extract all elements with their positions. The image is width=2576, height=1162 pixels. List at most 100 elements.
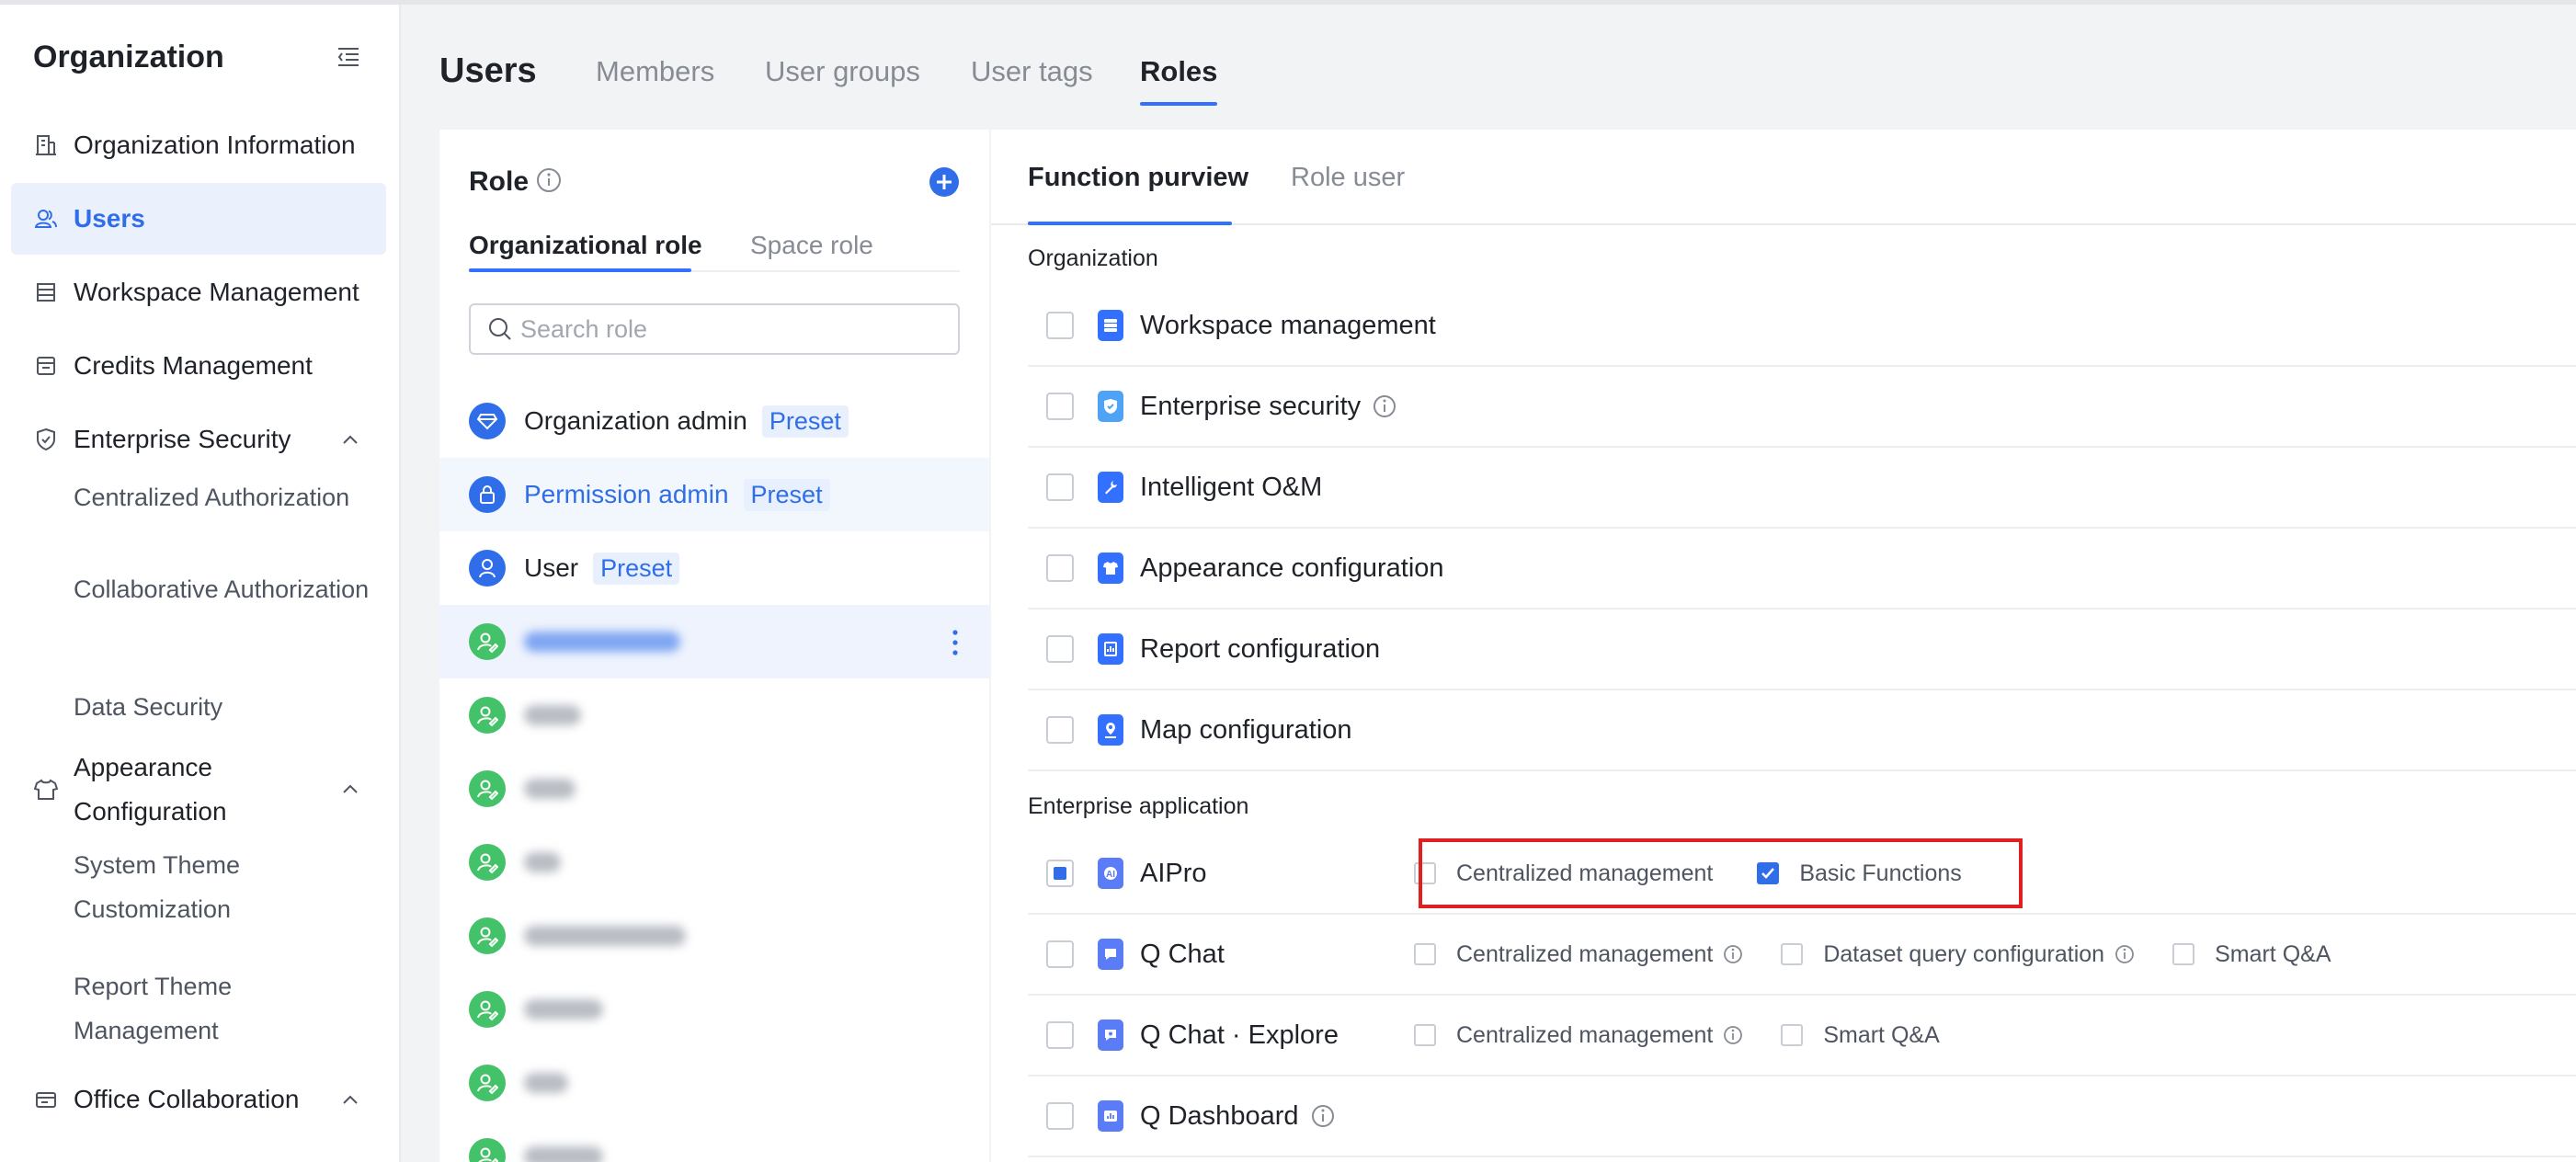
blurred-role-name [524, 705, 581, 725]
tab-function-purview[interactable]: Function purview [1028, 163, 1248, 193]
section-title-organization: Organization [1028, 245, 1158, 271]
info-icon[interactable] [1722, 1024, 1744, 1046]
more-options-icon[interactable] [941, 627, 969, 658]
tab-members[interactable]: Members [596, 55, 714, 88]
sidebar-subitem-collaborative-authorization[interactable]: Collaborative Authorization [74, 567, 377, 611]
perm-label: Intelligent O&M [1140, 472, 1323, 502]
option-label: Centralized management [1456, 940, 1714, 967]
q-chat-dataset-query-configuration-checkbox[interactable] [1781, 943, 1804, 965]
chevron-up-icon[interactable] [340, 779, 360, 799]
search-role-input[interactable] [520, 314, 952, 344]
q-dashboard-checkbox[interactable] [1046, 1102, 1074, 1130]
active-tab-indicator [469, 268, 691, 272]
enterprise-security-checkbox[interactable] [1046, 393, 1074, 420]
sidebar-item-credits-management[interactable]: Credits Management [11, 330, 386, 402]
appearance-configuration-checkbox[interactable] [1046, 554, 1074, 582]
aipro-checkbox[interactable] [1046, 860, 1074, 887]
role-item-custom[interactable] [439, 973, 989, 1046]
tab-roles[interactable]: Roles [1140, 55, 1217, 88]
wrench-icon [1098, 472, 1123, 503]
role-item-custom[interactable] [439, 752, 989, 826]
role-item-custom[interactable] [439, 899, 989, 973]
sidebar-item-workspace-management[interactable]: Workspace Management [11, 256, 386, 328]
sidebar-subitem-system-theme-customization[interactable]: System Theme Customization [74, 843, 377, 931]
sidebar-subitem-report-theme-management[interactable]: Report Theme Management [74, 964, 377, 1053]
tab-organizational-role[interactable]: Organizational role [469, 231, 702, 260]
role-item-custom[interactable] [439, 1046, 989, 1120]
q-chat-explore-checkbox[interactable] [1046, 1021, 1074, 1049]
page-title: Users [439, 51, 537, 90]
q-chat-checkbox[interactable] [1046, 940, 1074, 968]
diamond-icon [469, 403, 506, 439]
lock-icon [469, 476, 506, 513]
workspace-icon [33, 279, 59, 305]
perm-label: Q Dashboard [1140, 1100, 1299, 1131]
sidebar-subitem-centralized-authorization[interactable]: Centralized Authorization [74, 475, 377, 519]
user-edit-icon [469, 770, 506, 807]
map-configuration-checkbox[interactable] [1046, 716, 1074, 744]
intelligent-om-checkbox[interactable] [1046, 473, 1074, 501]
perm-row-enterprise-security: Enterprise security [1028, 367, 2576, 448]
q-chat-explore-smart-qa-checkbox[interactable] [1781, 1024, 1804, 1046]
chevron-up-icon[interactable] [340, 1089, 360, 1110]
blurred-role-name [524, 852, 561, 872]
sidebar-item-users[interactable]: Users [11, 183, 386, 255]
q-chat-centralized-management-checkbox[interactable] [1414, 943, 1436, 965]
role-item-custom[interactable] [439, 678, 989, 752]
blurred-role-name [524, 999, 603, 1020]
sidebar-subitem-data-security[interactable]: Data Security [74, 685, 377, 729]
sidebar-item-enterprise-security[interactable]: Enterprise Security [11, 404, 386, 475]
role-item-organization-admin[interactable]: Organization admin Preset [439, 384, 989, 458]
user-edit-icon [469, 623, 506, 660]
info-icon[interactable] [535, 166, 563, 194]
user-edit-icon [469, 1065, 506, 1101]
role-item-user[interactable]: User Preset [439, 531, 989, 605]
workspace-management-checkbox[interactable] [1046, 312, 1074, 339]
perm-label: Q Chat [1140, 939, 1225, 969]
perm-row-appearance-configuration: Appearance configuration [1028, 529, 2576, 609]
perm-label: Appearance configuration [1140, 553, 1444, 583]
role-item-custom[interactable] [439, 1120, 989, 1162]
sidebar-item-appearance-configuration[interactable]: Appearance Configuration [11, 746, 386, 834]
role-item-custom[interactable] [439, 826, 989, 899]
tab-space-role[interactable]: Space role [750, 231, 873, 260]
q-chat-explore-options: Centralized management Smart Q&A [1414, 996, 1940, 1075]
section-title-enterprise-application: Enterprise application [1028, 793, 1249, 819]
role-item-custom-selected[interactable] [439, 605, 989, 678]
role-item-permission-admin[interactable]: Permission admin Preset [439, 458, 989, 531]
option-label: Smart Q&A [1823, 1021, 1940, 1048]
perm-row-report-configuration: Report configuration [1028, 609, 2576, 690]
info-icon[interactable] [1310, 1103, 1336, 1129]
sidebar-item-label: Office Collaboration [74, 1085, 300, 1113]
perm-label: Map configuration [1140, 714, 1352, 745]
shield-icon [1098, 391, 1123, 422]
sidebar-item-label: Organization Information [74, 131, 356, 159]
user-edit-icon [469, 917, 506, 954]
info-icon[interactable] [1722, 943, 1744, 965]
perm-row-workspace-management: Workspace management [1028, 286, 2576, 367]
role-name: User [524, 553, 579, 582]
info-icon[interactable] [1372, 393, 1397, 419]
sidebar-item-organization-information[interactable]: Organization Information [11, 109, 386, 181]
tab-user-tags[interactable]: User tags [971, 55, 1093, 88]
q-chat-explore-centralized-management-checkbox[interactable] [1414, 1024, 1436, 1046]
report-configuration-checkbox[interactable] [1046, 635, 1074, 663]
user-edit-icon [469, 1138, 506, 1162]
tab-role-user[interactable]: Role user [1291, 163, 1405, 193]
tab-user-groups[interactable]: User groups [765, 55, 920, 88]
q-chat-smart-qa-checkbox[interactable] [2172, 943, 2195, 965]
chevron-up-icon[interactable] [340, 429, 360, 450]
user-icon [469, 550, 506, 587]
add-role-button[interactable] [929, 166, 960, 198]
info-icon[interactable] [2114, 943, 2136, 965]
dashboard-icon [1098, 1100, 1123, 1132]
chat-explore-icon [1098, 1020, 1123, 1051]
sidebar-item-office-collaboration[interactable]: Office Collaboration [11, 1064, 386, 1135]
role-name: Permission admin [524, 480, 729, 508]
blurred-role-name [524, 1073, 568, 1093]
active-tab-indicator [1028, 222, 1232, 225]
collapse-sidebar-icon[interactable] [335, 43, 362, 71]
sidebar-item-label: Enterprise Security [74, 425, 291, 453]
preset-badge: Preset [593, 552, 680, 585]
role-search-box [469, 303, 960, 355]
